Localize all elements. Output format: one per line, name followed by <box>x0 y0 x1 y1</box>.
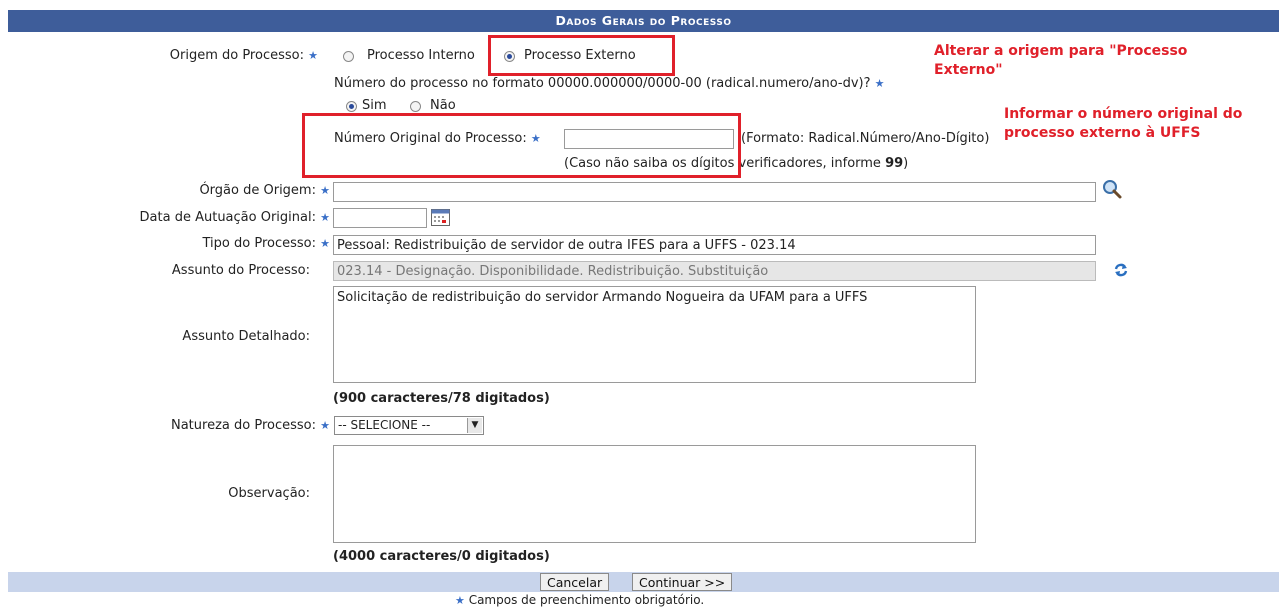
numero-annotation: Informar o número original do processo e… <box>1004 106 1243 141</box>
observacao-label: Observação: <box>228 486 310 501</box>
formato-question: Número do processo no formato 00000.0000… <box>334 76 885 91</box>
chevron-down-icon: ▼ <box>467 418 482 433</box>
origem-highlight-box <box>488 35 675 76</box>
numero-original-format: (Formato: Radical.Número/Ano-Dígito) <box>741 131 990 146</box>
section-header: Dados Gerais do Processo <box>8 10 1279 32</box>
required-star-icon: ★ <box>874 77 885 90</box>
orgao-origem-label: Órgão de Origem: ★ <box>199 183 330 198</box>
refresh-icon[interactable] <box>1113 262 1129 278</box>
assunto-processo-label: Assunto do Processo: <box>171 263 310 278</box>
formato-sim-label: Sim <box>362 98 387 113</box>
required-star-icon: ★ <box>308 49 318 62</box>
natureza-label: Natureza do Processo: ★ <box>170 418 330 433</box>
required-legend: ★ Campos de preenchimento obrigatório. <box>455 593 705 607</box>
assunto-detalhado-counter: (900 caracteres/78 digitados) <box>333 391 550 406</box>
origem-interno-label: Processo Interno <box>367 48 475 63</box>
search-icon[interactable] <box>1101 178 1123 200</box>
assunto-detalhado-label: Assunto Detalhado: <box>182 329 310 344</box>
cancel-button[interactable]: Cancelar <box>540 573 610 591</box>
data-autuacao-label: Data de Autuação Original: ★ <box>139 210 330 225</box>
formato-sim-radio[interactable] <box>346 101 357 112</box>
natureza-select[interactable]: -- SELECIONE -- ▼ <box>334 416 484 435</box>
observacao-counter: (4000 caracteres/0 digitados) <box>333 549 550 564</box>
required-star-icon: ★ <box>320 419 330 432</box>
formato-nao-radio[interactable] <box>410 101 421 112</box>
data-autuacao-input[interactable] <box>333 208 427 228</box>
required-star-icon: ★ <box>320 184 330 197</box>
origem-label: Origem do Processo: ★ <box>169 48 318 63</box>
origem-interno-radio[interactable] <box>343 51 354 62</box>
formato-nao-label: Não <box>430 98 456 113</box>
calendar-icon[interactable] <box>431 209 450 226</box>
origem-annotation: Alterar a origem para "Processo Externo" <box>934 43 1188 78</box>
orgao-origem-input[interactable] <box>333 182 1096 202</box>
assunto-detalhado-textarea[interactable]: Solicitação de redistribuição do servido… <box>333 286 976 383</box>
required-star-icon: ★ <box>320 211 330 224</box>
assunto-processo-input <box>333 261 1096 281</box>
required-star-icon: ★ <box>455 594 465 607</box>
numero-highlight-box <box>302 113 741 178</box>
observacao-textarea[interactable] <box>333 445 976 543</box>
required-star-icon: ★ <box>320 237 330 250</box>
tipo-processo-input[interactable] <box>333 235 1096 255</box>
continue-button[interactable]: Continuar >> <box>632 573 733 591</box>
tipo-processo-label: Tipo do Processo: ★ <box>202 236 331 251</box>
